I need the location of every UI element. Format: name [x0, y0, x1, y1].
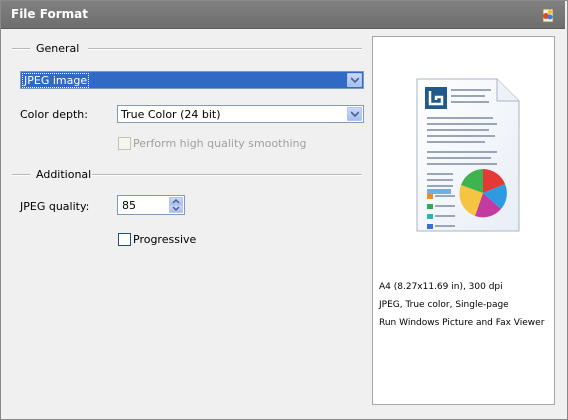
increment-button[interactable]	[169, 197, 183, 205]
format-select[interactable]: JPEG image	[20, 71, 364, 89]
color-depth-select[interactable]: True Color (24 bit)	[117, 105, 364, 123]
preview-info-viewer: Run Windows Picture and Fax Viewer	[379, 318, 545, 328]
format-select-value: JPEG image	[22, 73, 90, 88]
progressive-checkbox[interactable]	[118, 233, 131, 246]
jpeg-quality-label: JPEG quality:	[20, 200, 90, 213]
progressive-label: Progressive	[133, 233, 197, 246]
window-title: File Format	[11, 7, 88, 21]
chevron-down-icon[interactable]	[347, 107, 362, 121]
general-section-label: General	[32, 42, 84, 55]
color-depth-label: Color depth:	[20, 108, 88, 121]
jpeg-quality-stepper[interactable]: 85	[117, 195, 185, 215]
title-bar: File Format	[1, 1, 565, 29]
preview-info-page: A4 (8.27x11.69 in), 300 dpi	[379, 282, 503, 292]
color-depth-value: True Color (24 bit)	[121, 108, 221, 121]
decrement-button[interactable]	[169, 205, 183, 213]
section-rule-right	[88, 48, 362, 50]
smoothing-checkbox[interactable]	[118, 137, 131, 150]
section-rule-right	[92, 174, 362, 176]
section-rule-left	[12, 48, 30, 50]
section-rule-left	[12, 174, 30, 176]
chevron-down-icon[interactable]	[347, 73, 362, 87]
additional-section-label: Additional	[32, 168, 96, 181]
jpeg-quality-value: 85	[122, 199, 136, 212]
smoothing-label: Perform high quality smoothing	[133, 137, 307, 150]
settings-image-icon[interactable]	[540, 7, 556, 23]
document-chart-icon	[405, 77, 523, 238]
preview-info-format: JPEG, True color, Single-page	[379, 300, 509, 310]
preview-panel: A4 (8.27x11.69 in), 300 dpi JPEG, True c…	[372, 36, 555, 405]
